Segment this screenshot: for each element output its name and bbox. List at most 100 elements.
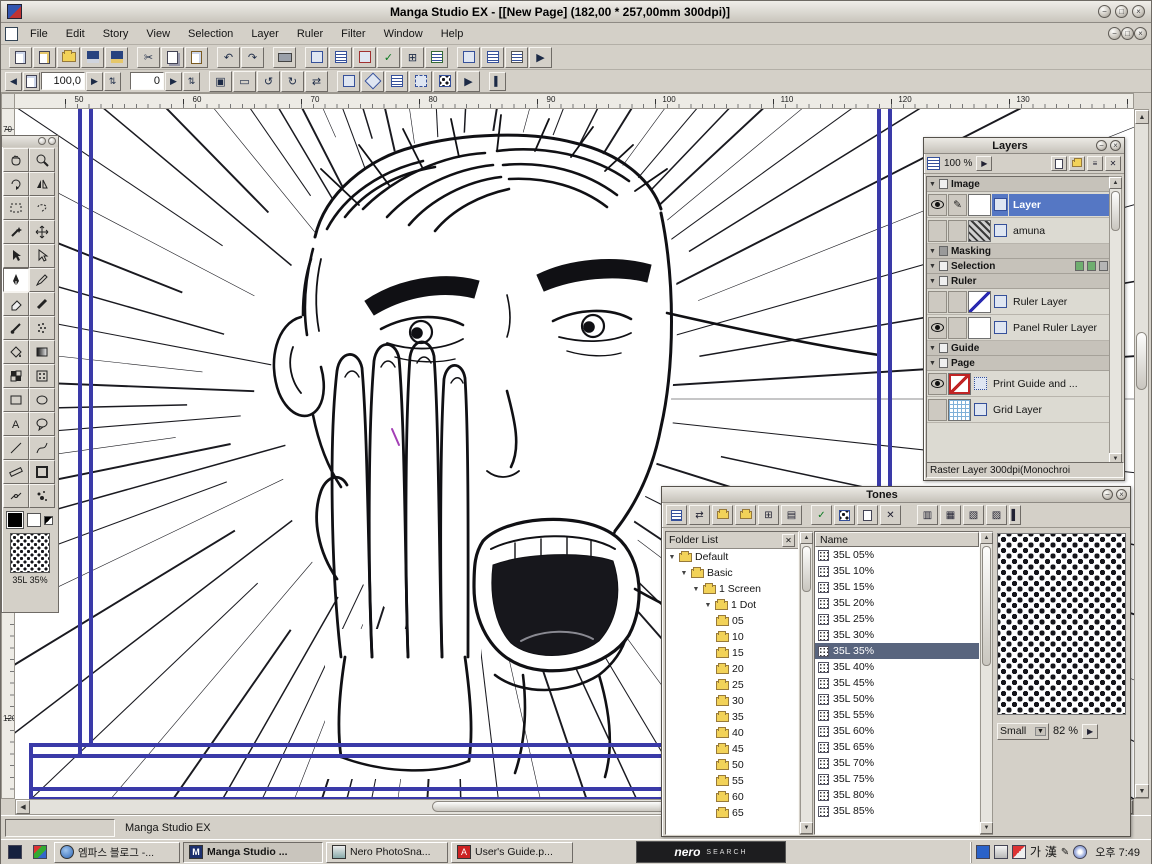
selection-tool-icon[interactable] xyxy=(1087,261,1096,271)
layer-group-image[interactable]: ▼Image xyxy=(927,177,1110,192)
tone-item[interactable]: 35L 30% xyxy=(815,627,979,643)
layer-group-guide[interactable]: ▼Guide xyxy=(927,341,1110,356)
tray-cd-icon[interactable] xyxy=(1073,845,1087,859)
marker-tool[interactable] xyxy=(29,292,55,316)
menu-view[interactable]: View xyxy=(137,26,179,42)
layer-name[interactable]: Panel Ruler Layer xyxy=(1009,317,1109,339)
menu-selection[interactable]: Selection xyxy=(179,26,242,42)
maximize-button[interactable]: □ xyxy=(1115,5,1128,18)
close-button[interactable]: × xyxy=(1132,5,1145,18)
toolbox-close-button[interactable] xyxy=(48,137,56,145)
check-mode-button[interactable]: ✓ xyxy=(377,47,400,68)
new-folder-layer-button[interactable] xyxy=(1069,156,1085,171)
panel-ruler-tool[interactable] xyxy=(29,460,55,484)
folder-list-close-button[interactable]: ✕ xyxy=(782,534,795,547)
tone-size-select[interactable]: Small▼ xyxy=(997,723,1049,740)
layer-name[interactable]: Layer xyxy=(1009,194,1109,216)
rect-shape-tool[interactable] xyxy=(3,388,29,412)
menu-layer[interactable]: Layer xyxy=(242,26,288,42)
layer-name[interactable]: Grid Layer xyxy=(989,399,1109,421)
ellipse-shape-tool[interactable] xyxy=(29,388,55,412)
ime-language-indicator[interactable]: 가 xyxy=(1030,846,1041,858)
selection-tool-icon[interactable] xyxy=(1099,261,1108,271)
fill-tool[interactable] xyxy=(3,340,29,364)
tone-zoom-stepper[interactable]: ▶ xyxy=(1082,724,1098,739)
fit-page-button[interactable]: ▣ xyxy=(209,71,232,92)
layer-group-selection[interactable]: ▼Selection xyxy=(927,259,1110,274)
expander-icon[interactable]: ▼ xyxy=(704,602,712,609)
vertical-scroll-thumb[interactable] xyxy=(1136,332,1147,390)
tone-search-button[interactable] xyxy=(666,505,687,525)
mdi-close-button[interactable]: × xyxy=(1134,27,1147,40)
flip-view-tool[interactable] xyxy=(29,172,55,196)
ime-hanja-indicator[interactable]: 漢 xyxy=(1045,846,1057,858)
nero-search-widget[interactable]: nero SEARCH xyxy=(636,841,786,863)
layers-scroll-thumb[interactable] xyxy=(1111,191,1120,231)
tone-item[interactable]: 35L 45% xyxy=(815,675,979,691)
tone-item[interactable]: 35L 70% xyxy=(815,755,979,771)
tone-item[interactable]: 35L 20% xyxy=(815,595,979,611)
zoom-field[interactable]: 100,0 xyxy=(41,72,85,90)
draw-cell[interactable]: ✎ xyxy=(948,194,967,216)
zoom-tool[interactable] xyxy=(29,148,55,172)
flip-view-button[interactable]: ⇄ xyxy=(305,71,328,92)
save-as-button[interactable] xyxy=(105,47,128,68)
show-grid-button[interactable]: ⊞ xyxy=(401,47,424,68)
toolbar-overflow-button[interactable]: ▶ xyxy=(529,47,552,68)
toolbar-handle[interactable]: ▌ xyxy=(489,72,506,91)
menu-file[interactable]: File xyxy=(21,26,57,42)
folder-default[interactable]: ▼Default xyxy=(666,549,798,565)
current-tone-swatch[interactable] xyxy=(10,533,50,573)
check-visible-button[interactable]: ✓ xyxy=(811,505,832,525)
taskbar-clock[interactable]: 오후 7:49 xyxy=(1091,844,1144,860)
tone-item[interactable]: 35L 80% xyxy=(815,787,979,803)
delete-layer-button[interactable]: ✕ xyxy=(1105,156,1121,171)
balloon-tool[interactable] xyxy=(29,412,55,436)
pattern-brush-tool[interactable] xyxy=(3,364,29,388)
expander-icon[interactable]: ▼ xyxy=(692,586,700,593)
text-tool[interactable]: A xyxy=(3,412,29,436)
ime-pen-icon[interactable]: ✎ xyxy=(1061,847,1069,858)
tone-item[interactable]: 35L 35% xyxy=(815,643,979,659)
draw-cell[interactable] xyxy=(948,220,967,242)
toolbox-collapse-button[interactable] xyxy=(38,137,46,145)
tone-scroll-down[interactable]: ▼ xyxy=(980,822,993,834)
brush-tool[interactable] xyxy=(3,316,29,340)
page-manager-button[interactable] xyxy=(329,47,352,68)
draw-cell[interactable] xyxy=(948,291,967,313)
tone-folder[interactable]: 40 xyxy=(666,725,798,741)
join-line-tool[interactable] xyxy=(3,484,29,508)
pencil-tool[interactable] xyxy=(29,268,55,292)
tone-item[interactable]: 35L 40% xyxy=(815,659,979,675)
curve-tool[interactable] xyxy=(29,436,55,460)
new-layer-button[interactable] xyxy=(1051,156,1067,171)
materials-button[interactable] xyxy=(425,47,448,68)
scroll-up-button[interactable]: ▲ xyxy=(1135,110,1149,124)
collapse-arrow-icon[interactable]: ▼ xyxy=(929,278,936,285)
tone-item[interactable]: 35L 25% xyxy=(815,611,979,627)
tone-item[interactable]: 35L 60% xyxy=(815,723,979,739)
actual-size-button[interactable]: ▭ xyxy=(233,71,256,92)
page-icon-button[interactable] xyxy=(23,72,40,91)
print-button[interactable] xyxy=(273,47,296,68)
tray-volume-icon[interactable] xyxy=(994,845,1008,859)
preview-mode-4-button[interactable]: ▨ xyxy=(986,505,1007,525)
tones-collapse-button[interactable]: − xyxy=(1102,489,1113,500)
tone-folder[interactable]: 25 xyxy=(666,677,798,693)
layer-name[interactable]: Ruler Layer xyxy=(1009,291,1109,313)
tone-scroll-thumb[interactable] xyxy=(982,546,991,666)
visibility-cell[interactable] xyxy=(928,194,947,216)
rotate-cw-button[interactable]: ↻ xyxy=(281,71,304,92)
scatter-tool[interactable] xyxy=(29,484,55,508)
layer-thumbnail[interactable] xyxy=(968,291,991,313)
expander-icon[interactable]: ▼ xyxy=(668,554,676,561)
pattern-mode-button[interactable] xyxy=(834,505,855,525)
zoom-step-down-button[interactable]: ▶ xyxy=(86,72,103,91)
layer-group-ruler[interactable]: ▼Ruler xyxy=(927,274,1110,289)
rotate-ccw-button[interactable]: ↺ xyxy=(257,71,280,92)
quick-launch-button[interactable] xyxy=(29,842,51,863)
folder-list-scrollbar[interactable]: ▲ ▼ xyxy=(800,531,813,835)
layer-name[interactable]: amuna xyxy=(1009,220,1109,242)
line-tool[interactable] xyxy=(3,436,29,460)
tone-folder[interactable]: 60 xyxy=(666,789,798,805)
